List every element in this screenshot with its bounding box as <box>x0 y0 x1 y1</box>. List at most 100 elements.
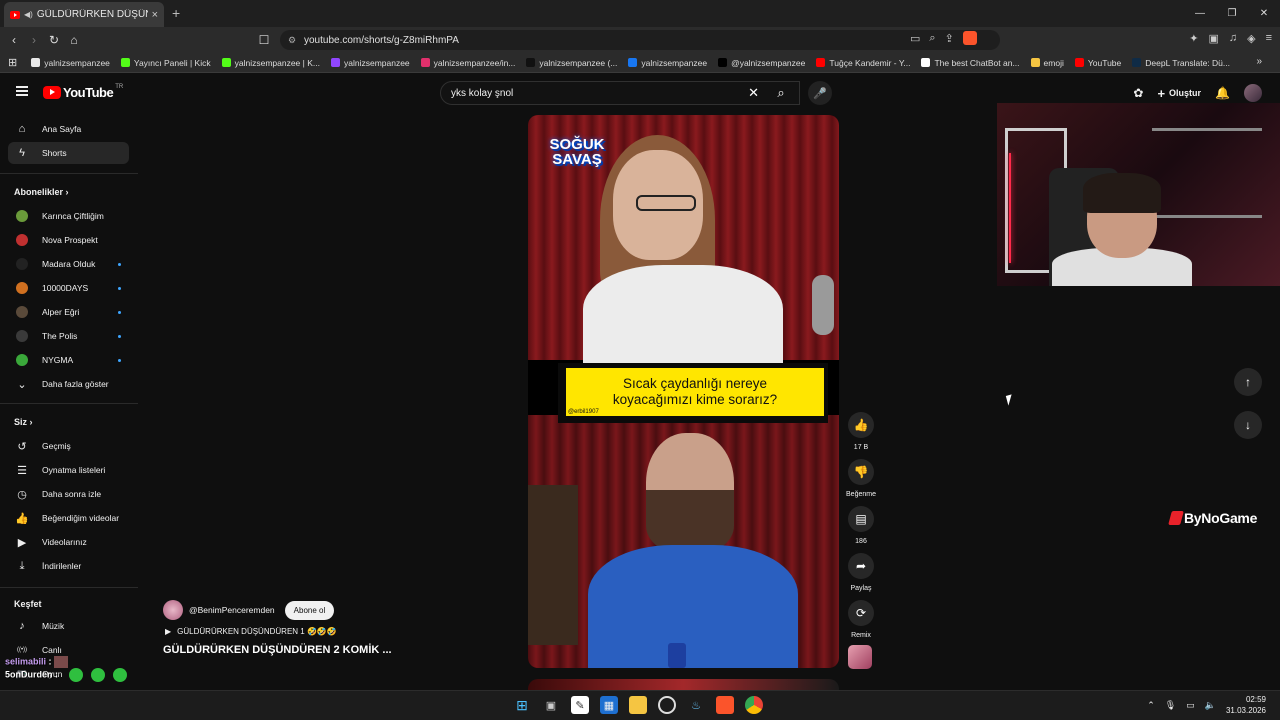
close-window-button[interactable]: ✕ <box>1248 0 1280 27</box>
bookmark-item[interactable]: Yayıncı Paneli | Kick <box>120 58 211 68</box>
explore-header: Keşfet <box>14 599 42 609</box>
bookmark-item[interactable]: yalnizsempanzee <box>330 58 410 68</box>
notifications-bell-icon[interactable]: 🔔 <box>1215 86 1230 100</box>
sidebar-item-subscription[interactable]: Madara Olduk <box>8 253 129 275</box>
share-page-icon[interactable]: ⇪ <box>945 32 954 45</box>
shorts-player[interactable]: SOĞUK SAVAŞ Sıcak çaydanlığı nereye koya… <box>528 115 839 668</box>
channel-avatar[interactable] <box>163 600 183 620</box>
sidebar-item-home[interactable]: ⌂ Ana Sayfa <box>8 118 129 140</box>
clear-search-icon[interactable]: ✕ <box>748 85 759 101</box>
dislike-button[interactable]: 👎 Beğenme <box>846 459 876 498</box>
task-view-icon[interactable]: ▣ <box>542 696 560 714</box>
channel-name[interactable]: @BenimPenceremden <box>189 605 275 615</box>
bookmark-item[interactable]: emoji <box>1030 58 1064 68</box>
search-icon[interactable]: ⌕ <box>763 81 799 105</box>
sidebar-item-you[interactable]: ⤓ İndirilenler <box>8 555 129 577</box>
bookmark-item[interactable]: yalnizsempanzee | K... <box>221 58 320 68</box>
file-explorer-icon[interactable] <box>629 696 647 714</box>
share-button[interactable]: ➦ Paylaş <box>846 553 876 592</box>
sidebar-item-explore[interactable]: ♪ Müzik <box>8 615 129 637</box>
sidebar-item-subscription[interactable]: Nova Prospekt <box>8 229 129 251</box>
sidebar-item-you[interactable]: ↺ Geçmiş <box>8 435 129 457</box>
network-icon[interactable]: ▭ <box>1186 700 1195 711</box>
forward-icon[interactable]: › <box>24 33 44 47</box>
obs-icon[interactable] <box>658 696 676 714</box>
site-info-icon[interactable]: ⚙ <box>288 35 296 46</box>
gear-extension-icon[interactable]: ✿ <box>1133 86 1143 100</box>
youtube-logo[interactable]: YouTube TR <box>43 84 123 100</box>
account-avatar[interactable] <box>1244 84 1262 102</box>
zoom-icon[interactable]: ⌕ <box>929 32 935 45</box>
remix-button[interactable]: ⟳ Remix <box>846 600 876 639</box>
tab-close-button[interactable]: × <box>152 9 158 21</box>
voice-search-icon[interactable]: 🎤 <box>808 81 832 105</box>
steam-icon[interactable]: ♨ <box>687 696 705 714</box>
bookmarks-overflow-icon[interactable]: » <box>1256 56 1262 67</box>
channel-avatar <box>16 234 28 246</box>
guide-menu-icon[interactable] <box>16 86 28 96</box>
bookmark-item[interactable]: @yalnizsempanzee <box>718 58 805 68</box>
cast-icon[interactable]: ▭ <box>910 32 920 45</box>
sidebar-item-subscription[interactable]: The Polis <box>8 325 129 347</box>
clock[interactable]: 02:59 31.03.2026 <box>1226 694 1266 716</box>
url-field[interactable]: ⚙ youtube.com/shorts/g-Z8miRhmPA <box>280 30 1000 50</box>
reload-icon[interactable]: ↻ <box>44 33 64 47</box>
sidebar-item-subscription[interactable]: Karınca Çiftliğim <box>8 205 129 227</box>
bookmark-item[interactable]: YouTube <box>1074 58 1121 68</box>
search-input[interactable]: yks kolay şnol <box>451 88 513 99</box>
tray-overflow-icon[interactable]: ⌃ <box>1147 700 1155 711</box>
minimize-button[interactable]: — <box>1184 0 1216 27</box>
maximize-button[interactable]: ❐ <box>1216 0 1248 27</box>
previous-short-button[interactable]: ↑ <box>1234 368 1262 396</box>
playlist-link[interactable]: ▶ GÜLDÜRÜRKEN DÜŞÜNDÜREN 1 🤣🤣🤣 <box>165 627 337 636</box>
bookmark-item[interactable]: Tuğçe Kandemir - Y... <box>816 58 910 68</box>
vpn-icon[interactable]: ◈ <box>1247 32 1255 45</box>
sidebar-item-you[interactable]: 👍 Beğendiğim videolar <box>8 507 129 529</box>
like-button[interactable]: 👍 17 B <box>846 412 876 451</box>
comments-button[interactable]: ▤ 186 <box>846 506 876 545</box>
app-icon[interactable]: ✎ <box>571 696 589 714</box>
glasses-shape <box>636 195 696 211</box>
sidebar-item-subscription[interactable]: 10000DAYS <box>8 277 129 299</box>
sidebar-item-you[interactable]: ▶ Videolarınız <box>8 531 129 553</box>
sound-thumbnail[interactable] <box>848 645 872 669</box>
next-short-preview[interactable] <box>528 679 839 690</box>
bookmark-item[interactable]: yalnizsempanzee/in... <box>420 58 515 68</box>
extensions-icon[interactable]: ✦ <box>1189 32 1198 45</box>
new-tab-button[interactable]: + <box>172 5 180 21</box>
bookmark-favicon-icon <box>921 58 931 67</box>
back-icon[interactable]: ‹ <box>4 33 24 47</box>
apps-grid-icon[interactable]: ⊞ <box>8 56 17 69</box>
sidebar-item-subscription[interactable]: Alper Eğri <box>8 301 129 323</box>
store-icon[interactable]: ▦ <box>600 696 618 714</box>
next-short-button[interactable]: ↓ <box>1234 411 1262 439</box>
sidebar-item-shorts[interactable]: ϟ Shorts <box>8 142 129 164</box>
media-icon[interactable]: ♫ <box>1229 32 1237 45</box>
bookmark-item[interactable]: yalnizsempanzee <box>31 58 110 68</box>
browser-tab[interactable]: ◀) GÜLDÜRÜRKEN DÜŞÜNDÜR × <box>4 2 164 27</box>
you-header[interactable]: Siz › <box>14 417 33 427</box>
sidebar-item-subscription[interactable]: NYGMA <box>8 349 129 371</box>
brave-browser-icon[interactable] <box>716 696 734 714</box>
bookmark-icon[interactable]: ☐ <box>254 33 274 47</box>
subscriptions-header[interactable]: Abonelikler › <box>14 187 69 197</box>
sidebar-toggle-icon[interactable]: ▣ <box>1208 32 1218 45</box>
subscribe-button[interactable]: Abone ol <box>284 600 335 620</box>
sidebar-item-you[interactable]: ☰ Oynatma listeleri <box>8 459 129 481</box>
create-button[interactable]: + Oluştur <box>1157 86 1201 101</box>
menu-icon[interactable]: ≡ <box>1266 32 1272 45</box>
sidebar-item-you[interactable]: ◷ Daha sonra izle <box>8 483 129 505</box>
brave-shields-icon[interactable] <box>962 31 977 45</box>
bookmark-item[interactable]: yalnizsempanzee <box>628 58 707 68</box>
home-button-icon[interactable]: ⌂ <box>64 33 84 47</box>
microphone-tray-icon[interactable]: 🎙 <box>1165 700 1176 711</box>
bookmark-item[interactable]: DeepL Translate: Dü... <box>1132 58 1230 68</box>
sidebar-show-more[interactable]: ⌄ Daha fazla göster <box>8 373 129 395</box>
volume-icon[interactable]: 🔈 <box>1205 700 1216 711</box>
bookmark-item[interactable]: yalnizsempanzee (... <box>526 58 617 68</box>
chrome-icon[interactable] <box>745 696 763 714</box>
video-title[interactable]: GÜLDÜRÜRKEN DÜŞÜNDÜREN 2 KOMİK ... <box>163 644 392 656</box>
start-icon[interactable]: ⊞ <box>513 696 531 714</box>
search-box[interactable]: yks kolay şnol ✕ ⌕ <box>440 81 800 105</box>
bookmark-item[interactable]: The best ChatBot an... <box>921 58 1020 68</box>
